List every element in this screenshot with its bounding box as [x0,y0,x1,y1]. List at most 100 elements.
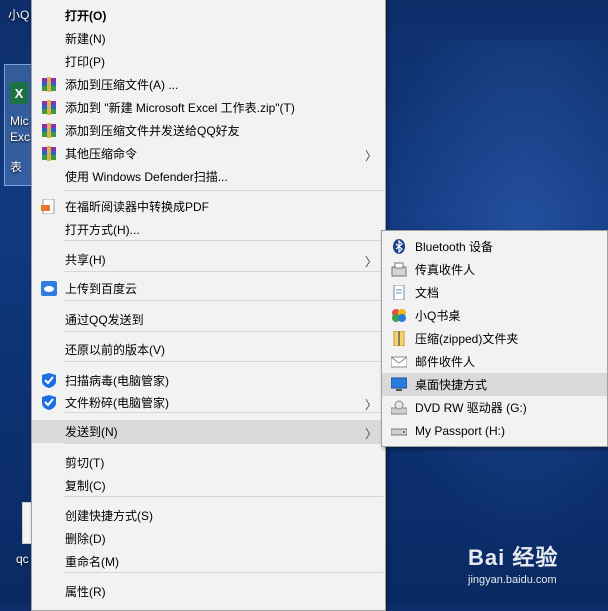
document-icon [391,284,407,301]
context-menu-item-8-pdf[interactable]: 在福昕阅读器中转换成PDF [32,195,385,218]
send-to-item-label: 文档 [415,286,440,300]
context-menu-item-label: 打开(O) [65,9,107,23]
chevron-right-icon: 〉 [364,398,377,412]
winrar-icon [41,123,57,138]
flower-icon [391,308,407,323]
context-menu-item-1-n[interactable]: 新建(N) [32,27,385,50]
context-menu-item-7-windows-defender[interactable]: 使用 Windows Defender扫描... [32,165,385,188]
context-menu-item-label: 上传到百度云 [65,282,138,296]
context-menu: 打开(O) 新建(N) 打印(P) 添加到压缩文件(A) ... 添加到 "新建 Mic… [31,0,386,611]
winrar-icon [41,77,57,92]
send-to-item-label: Bluetooth 设备 [415,240,494,254]
send-to-item-6[interactable]: 桌面快捷方式 [382,373,607,396]
file-label-line-2: Exc [10,130,31,144]
context-menu-item-label: 重命名(M) [65,555,119,569]
context-menu-item-label: 共享(H) [65,253,106,267]
usb-drive-icon [390,423,408,438]
send-to-item-3-q[interactable]: 小Q书桌 [382,304,607,327]
baidu-cloud-icon [41,281,57,296]
context-menu-item-label: 通过QQ发送到 [65,313,144,327]
menu-separator [64,361,383,362]
chevron-right-icon: 〉 [364,427,377,441]
context-menu-item-5-qq[interactable]: 添加到压缩文件并发送给QQ好友 [32,119,385,142]
send-to-item-7-dvd-rw-g[interactable]: DVD RW 驱动器 (G:) [382,396,607,419]
send-to-submenu: Bluetooth 设备 传真收件人文档小Q书桌压缩(zipped)文件夹 邮件收件… [381,230,608,447]
context-menu-item-17-t[interactable]: 剪切(T) [32,451,385,474]
context-menu-item-14[interactable]: 扫描病毒(电脑管家) [32,369,385,392]
send-to-item-2[interactable]: 文档 [382,281,607,304]
context-menu-item-20-d[interactable]: 删除(D) [32,527,385,550]
send-to-item-label: DVD RW 驱动器 (G:) [415,401,527,415]
desktop-top-label: 小Q [8,8,30,22]
context-menu-item-label: 剪切(T) [65,456,105,470]
context-menu-item-3-a[interactable]: 添加到压缩文件(A) ... [32,73,385,96]
menu-separator [64,412,383,413]
context-menu-item-12-qq[interactable]: 通过QQ发送到 [32,308,385,331]
context-menu-item-4-microsoft-excel-zip-t[interactable]: 添加到 "新建 Microsoft Excel 工作表.zip"(T) [32,96,385,119]
chevron-right-icon: 〉 [364,149,377,163]
menu-separator [64,190,383,191]
shield-icon [41,395,57,410]
send-to-item-label: 桌面快捷方式 [415,378,488,392]
context-menu-item-9-h[interactable]: 打开方式(H)... [32,218,385,241]
bluetooth-icon [391,239,407,254]
menu-separator [64,331,383,332]
context-menu-item-label: 打印(P) [65,55,105,69]
zip-folder-icon [391,330,407,347]
context-menu-item-2-p[interactable]: 打印(P) [32,50,385,73]
menu-separator [64,271,383,272]
menu-separator [64,240,383,241]
context-menu-item-label: 添加到压缩文件并发送给QQ好友 [65,124,240,138]
context-menu-item-18-c[interactable]: 复制(C) [32,474,385,497]
send-to-item-label: 邮件收件人 [415,355,476,369]
context-menu-item-label: 打开方式(H)... [65,223,140,237]
send-to-item-4-zipped[interactable]: 压缩(zipped)文件夹 [382,327,607,350]
menu-separator [64,572,383,573]
send-to-item-label: 小Q书桌 [415,309,461,323]
context-menu-item-label: 使用 Windows Defender扫描... [65,170,228,184]
send-to-item-label: 压缩(zipped)文件夹 [415,332,519,346]
send-to-item-8-my-passport-h[interactable]: My Passport (H:) [382,419,607,442]
context-menu-item-label: 在福昕阅读器中转换成PDF [65,200,210,214]
menu-separator [64,443,383,444]
file-label-line-3: 表 [10,160,23,174]
context-menu-item-label: 文件粉碎(电脑管家) [65,396,169,410]
context-menu-item-19-s[interactable]: 创建快捷方式(S) [32,504,385,527]
send-to-item-1[interactable]: 传真收件人 [382,258,607,281]
context-menu-item-22-r[interactable]: 属性(R) [32,580,385,603]
menu-separator [64,496,383,497]
context-menu-item-16-n[interactable]: 发送到(N) 〉 [32,420,385,443]
mail-icon [390,354,408,369]
context-menu-item-label: 创建快捷方式(S) [65,509,153,523]
context-menu-item-label: 添加到压缩文件(A) ... [65,78,179,92]
context-menu-item-13-v[interactable]: 还原以前的版本(V) [32,338,385,361]
context-menu-item-label: 还原以前的版本(V) [65,343,165,357]
send-to-item-5[interactable]: 邮件收件人 [382,350,607,373]
context-menu-item-21-m[interactable]: 重命名(M) [32,550,385,573]
watermark-url: jingyan.baidu.com [468,574,557,586]
send-to-item-label: 传真收件人 [415,263,476,277]
context-menu-item-0-o[interactable]: 打开(O) [32,4,385,27]
context-menu-item-10-h[interactable]: 共享(H) 〉 [32,248,385,271]
context-menu-item-label: 属性(R) [65,585,106,599]
context-menu-item-11[interactable]: 上传到百度云 [32,277,385,300]
context-menu-item-15[interactable]: 文件粉碎(电脑管家) 〉 [32,391,385,414]
winrar-icon [41,146,57,161]
context-menu-item-label: 复制(C) [65,479,106,493]
shield-icon [41,373,57,388]
pdf-icon [41,198,57,215]
context-menu-item-label: 扫描病毒(电脑管家) [65,374,169,388]
baidu-watermark: Bai 经验 jingyan.baidu.com [468,540,558,586]
chevron-right-icon: 〉 [364,255,377,269]
desktop-bottom-label: qc [16,552,29,566]
winrar-icon [41,100,57,115]
context-menu-item-label: 发送到(N) [65,425,118,439]
context-menu-item-6[interactable]: 其他压缩命令 〉 [32,142,385,165]
dvd-drive-icon [390,400,408,415]
context-menu-item-label: 新建(N) [65,32,106,46]
context-menu-item-label: 其他压缩命令 [65,147,138,161]
context-menu-item-label: 添加到 "新建 Microsoft Excel 工作表.zip"(T) [65,101,295,115]
send-to-item-label: My Passport (H:) [415,423,506,438]
watermark-logo: Bai 经验 [468,545,559,570]
send-to-item-0-bluetooth[interactable]: Bluetooth 设备 [382,235,607,258]
